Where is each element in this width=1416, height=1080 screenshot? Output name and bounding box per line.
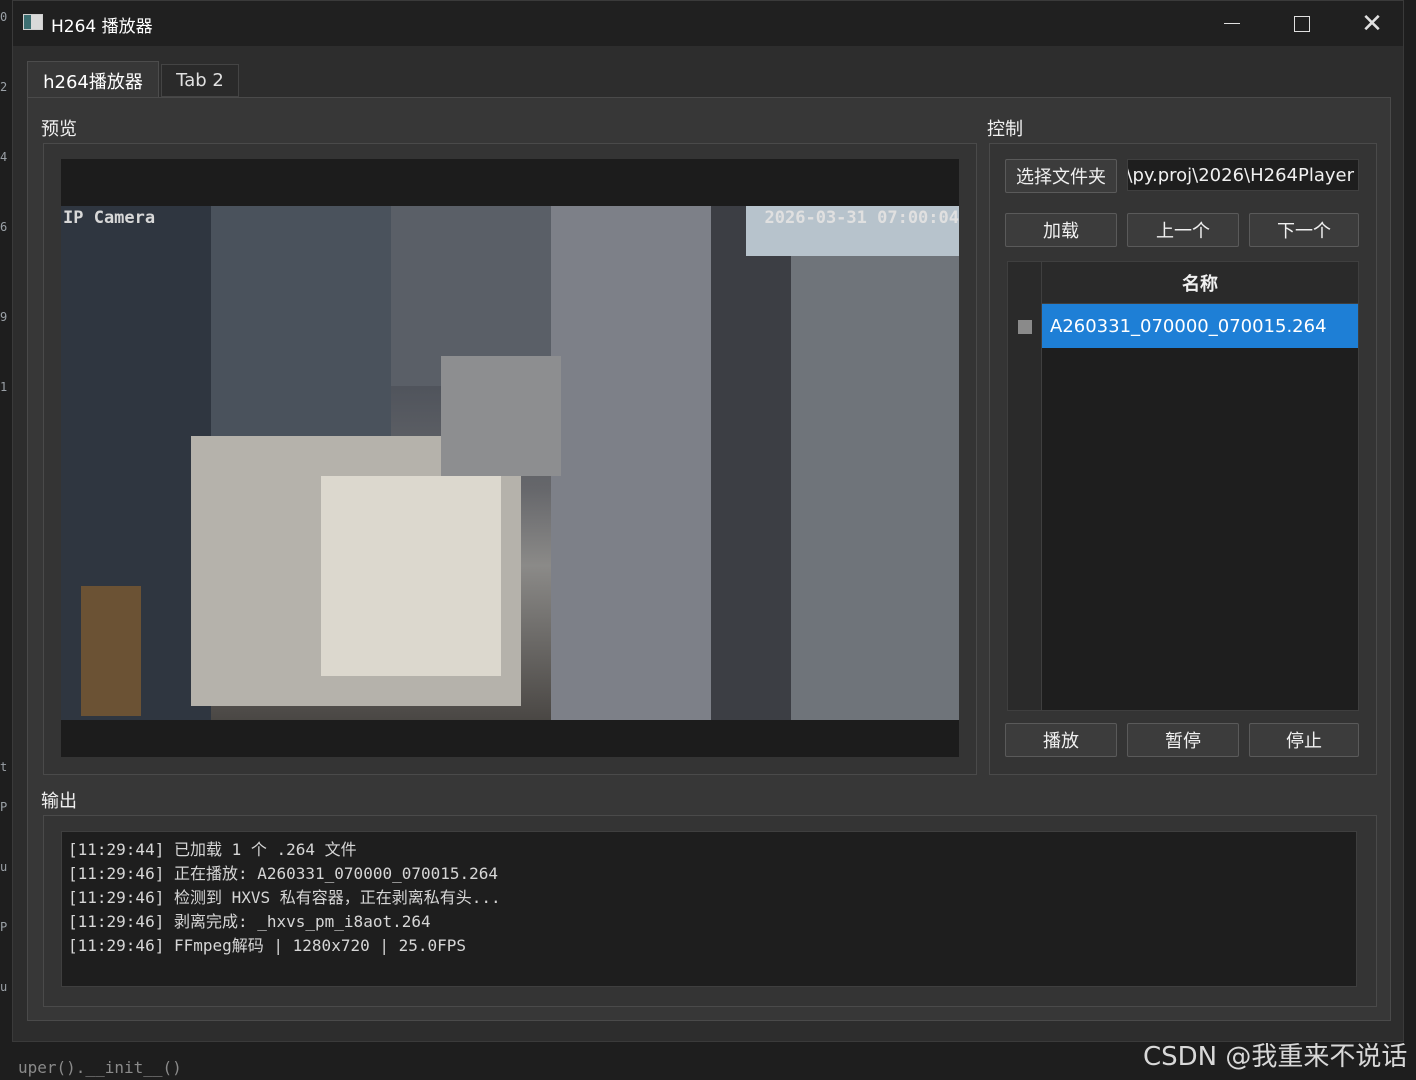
- row-header-column: [1008, 304, 1042, 710]
- video-region: [551, 206, 711, 720]
- log-line: [11:29:46] 剥离完成: _hxvs_pm_i8aot.264: [68, 912, 431, 931]
- log-line: [11:29:44] 已加载 1 个 .264 文件: [68, 840, 357, 859]
- maximize-button[interactable]: [1267, 1, 1337, 46]
- table-corner: [1008, 262, 1042, 304]
- title-bar[interactable]: H264 播放器 ✕: [13, 1, 1403, 46]
- folder-path-text: l\py.proj\2026\H264Player: [1127, 164, 1354, 186]
- window-title: H264 播放器: [51, 17, 153, 37]
- tab-h264-player[interactable]: h264播放器: [27, 61, 159, 99]
- stop-button[interactable]: 停止: [1249, 723, 1359, 757]
- preview-group-title: 预览: [41, 119, 77, 140]
- row-header-indicator[interactable]: [1018, 320, 1032, 334]
- output-log[interactable]: [11:29:44] 已加载 1 个 .264 文件 [11:29:46] 正在…: [61, 831, 1357, 987]
- app-icon: [23, 14, 43, 30]
- load-button[interactable]: 加载: [1005, 213, 1117, 247]
- output-group-title: 输出: [41, 791, 77, 812]
- close-button[interactable]: ✕: [1337, 1, 1407, 46]
- control-group-title: 控制: [987, 119, 1023, 140]
- csdn-watermark: CSDN @我重来不说话: [1143, 1042, 1408, 1072]
- background-right-edge: [1404, 0, 1416, 1042]
- folder-path-input[interactable]: l\py.proj\2026\H264Player: [1127, 159, 1359, 191]
- pause-button[interactable]: 暂停: [1127, 723, 1239, 757]
- background-code-line: uper().__init__(): [18, 1058, 182, 1077]
- camera-label-overlay: IP Camera: [63, 208, 156, 228]
- timestamp-overlay: 2026-03-31 07:00:04: [764, 208, 959, 228]
- next-button[interactable]: 下一个: [1249, 213, 1359, 247]
- video-region: [211, 206, 391, 436]
- video-region: [441, 356, 561, 476]
- file-table[interactable]: 名称 A260331_070000_070015.264: [1007, 261, 1359, 711]
- minimize-button[interactable]: [1197, 1, 1267, 46]
- minimize-icon: [1224, 22, 1240, 25]
- log-line: [11:29:46] 检测到 HXVS 私有容器，正在剥离私有头...: [68, 888, 501, 907]
- video-region: [81, 586, 141, 716]
- log-line: [11:29:46] 正在播放: A260331_070000_070015.2…: [68, 864, 499, 883]
- tab-2[interactable]: Tab 2: [161, 64, 239, 97]
- log-line: [11:29:46] FFmpeg解码 | 1280x720 | 25.0FPS: [68, 936, 467, 955]
- maximize-icon: [1294, 15, 1310, 32]
- table-header-name[interactable]: 名称: [1042, 262, 1358, 304]
- video-frame: IP Camera 2026-03-31 07:00:04: [61, 206, 959, 720]
- app-window: H264 播放器 ✕ h264播放器 Tab 2 预览 IP Camera 20…: [12, 0, 1404, 1042]
- play-button[interactable]: 播放: [1005, 723, 1117, 757]
- video-preview[interactable]: IP Camera 2026-03-31 07:00:04: [61, 159, 959, 757]
- video-region: [321, 476, 501, 676]
- table-row-selected[interactable]: A260331_070000_070015.264: [1042, 304, 1358, 348]
- video-region: [791, 246, 959, 720]
- choose-folder-button[interactable]: 选择文件夹: [1005, 159, 1117, 193]
- previous-button[interactable]: 上一个: [1127, 213, 1239, 247]
- video-region: [711, 206, 791, 720]
- close-icon: ✕: [1361, 8, 1383, 39]
- background-editor-gutter: 024 691 tPu Pu: [0, 0, 12, 1080]
